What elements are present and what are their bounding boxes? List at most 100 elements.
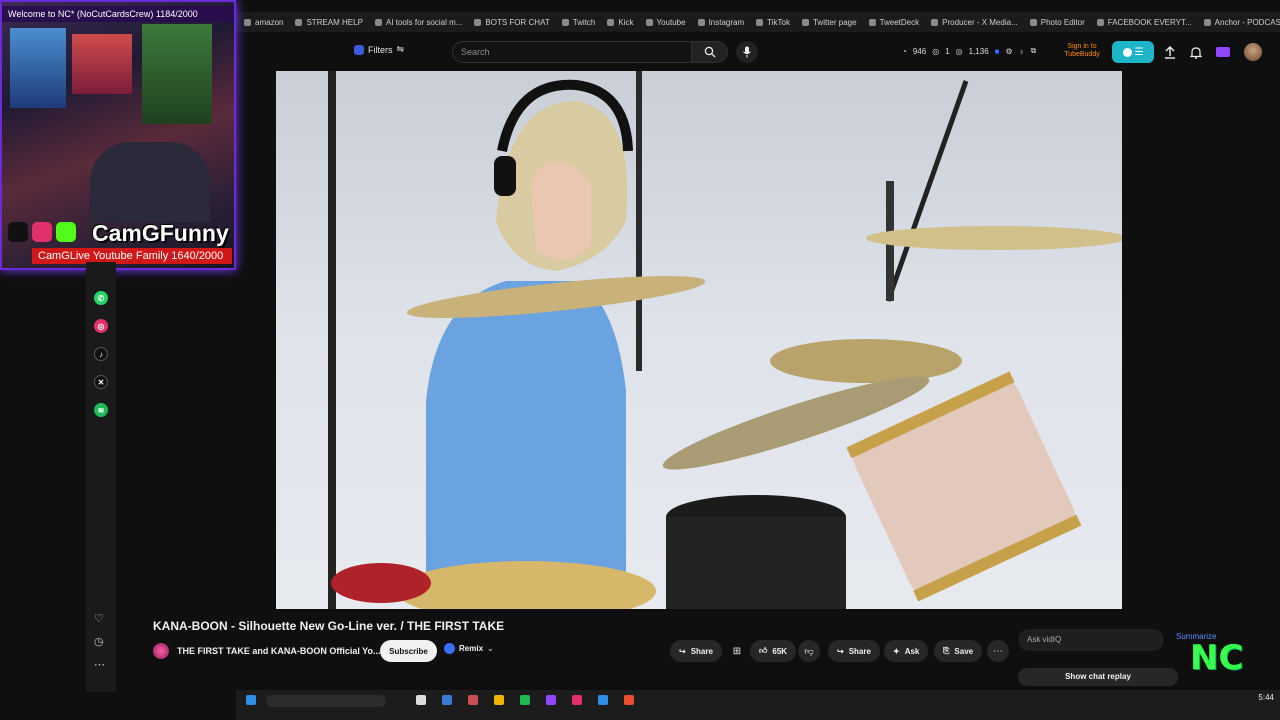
streamer-name: CamGFunny (92, 220, 229, 246)
subscribe-button[interactable]: Subscribe (380, 640, 437, 662)
vidiq-ask-input[interactable]: Ask vidIQ (1018, 629, 1164, 651)
grid-button[interactable]: ⊞ (726, 640, 748, 662)
voice-search-button[interactable] (736, 41, 758, 63)
copy-icon[interactable]: ⧉ (1031, 46, 1037, 56)
bulb-icon[interactable]: ♁ (1019, 47, 1025, 56)
show-chat-replay-button[interactable]: Show chat replay (1018, 668, 1178, 686)
follower-toast: Welcome to NC* (NoCutCardsCrew) 1184/200… (2, 6, 234, 22)
share-icon: ↪ (837, 646, 844, 656)
bookmark-item[interactable]: Producer - X Media... (931, 18, 1018, 27)
app-icon[interactable] (520, 695, 530, 705)
share-label: Share (690, 646, 713, 656)
hamburger-icon: ☰ (1134, 46, 1144, 58)
dislike-button[interactable]: 👎︎ (798, 640, 820, 662)
video-player[interactable] (276, 71, 1122, 609)
app-icon[interactable] (624, 695, 634, 705)
tubebuddy-signin-link[interactable]: Sign in to TubeBuddy (1062, 43, 1102, 59)
windows-taskbar: 5:44 (236, 690, 1280, 720)
bookmark-item[interactable]: FACEBOOK EVERYT... (1096, 18, 1192, 27)
ask-button[interactable]: ✦ Ask (884, 640, 929, 662)
taskbar-clock[interactable]: 5:44 (1258, 693, 1274, 702)
channel-name[interactable]: THE FIRST TAKE and KANA-BOON Official Yo… (177, 646, 381, 656)
kick-icon (56, 222, 76, 242)
like-button[interactable]: 👍︎ 65K (750, 640, 797, 662)
app-icon[interactable] (572, 695, 582, 705)
x-icon[interactable]: ✕ (94, 375, 108, 389)
spotify-icon[interactable]: ≋ (94, 403, 108, 417)
bookmark-item[interactable]: Twitter page (801, 18, 857, 27)
bookmark-icon (244, 18, 251, 26)
remix-button[interactable]: Remix ⌄ (444, 643, 494, 654)
bookmark-icon (607, 18, 615, 26)
bookmark-item[interactable]: Instagram (697, 18, 744, 27)
bookmark-label: Kick (618, 17, 634, 27)
share-button[interactable]: ↪ Share (670, 640, 722, 662)
more-icon[interactable]: ⋯ (94, 658, 105, 671)
dislike-icon: 👎︎ (804, 645, 814, 656)
twitch-icon[interactable] (1216, 47, 1230, 57)
bookmark-item[interactable]: Kick (607, 17, 634, 27)
bookmark-icon (868, 18, 876, 26)
views-icon: ◔ (902, 46, 907, 56)
upload-icon[interactable] (1164, 45, 1176, 59)
tubebuddy-menu-button[interactable]: ☰ (1112, 41, 1154, 63)
bookmark-label: Youtube (656, 17, 686, 27)
app-icon[interactable] (468, 695, 478, 705)
poster-image (72, 34, 132, 94)
app-icon[interactable] (416, 695, 426, 705)
bookmark-item[interactable]: Photo Editor (1029, 18, 1085, 27)
bookmark-item[interactable]: AI tools for social m... (374, 17, 463, 27)
nc-logo: NC (1190, 638, 1244, 678)
instagram-icon[interactable]: ◎ (94, 319, 108, 333)
bookmark-icon (931, 18, 939, 26)
search-button[interactable] (692, 41, 728, 63)
chevron-down-icon: ⌄ (487, 644, 494, 653)
poster-image (142, 24, 212, 124)
app-icon[interactable] (546, 695, 556, 705)
bookmarks-bar: amazon STREAM HELP AI tools for social m..… (236, 12, 1280, 32)
app-icon[interactable] (442, 695, 452, 705)
search-input[interactable]: Search (452, 41, 692, 63)
bookmark-item[interactable]: TikTok (756, 18, 790, 27)
bookmark-item[interactable]: Youtube (645, 17, 686, 27)
bookmark-icon: ⎘ (943, 646, 950, 655)
bookmark-label: AI tools for social m... (385, 17, 463, 27)
stat-three: 1,136 (968, 46, 989, 56)
vidiq-icon (444, 643, 455, 654)
filters-button[interactable]: Filters ⇋ (354, 44, 404, 55)
windows-icon[interactable] (246, 695, 256, 705)
bookmark-item[interactable]: STREAM HELP (295, 18, 363, 27)
heart-icon[interactable]: ♡ (94, 612, 105, 625)
tiktok-icon (8, 222, 28, 242)
channel-avatar[interactable] (153, 643, 169, 659)
bookmark-icon (1203, 18, 1211, 26)
save-label: Save (954, 646, 974, 656)
app-icon[interactable] (494, 695, 504, 705)
bookmark-label: amazon (255, 17, 284, 27)
bookmark-item[interactable]: TweetDeck (868, 18, 919, 27)
vidiq-icon[interactable]: ■ (995, 47, 1000, 56)
more-actions-button[interactable]: ⋯ (987, 640, 1009, 662)
avatar[interactable] (1244, 43, 1262, 61)
bell-icon[interactable] (1190, 46, 1202, 59)
search-icon[interactable] (266, 695, 386, 707)
save-button[interactable]: ⎘ Save (934, 640, 983, 662)
tiktok-icon[interactable]: ♪ (94, 347, 108, 361)
mic-icon (743, 46, 751, 58)
bookmark-item[interactable]: BOTS FOR CHAT (474, 18, 550, 27)
share-button-2[interactable]: ↪ Share (828, 640, 880, 662)
bookmark-label: TikTok (767, 17, 790, 27)
grid-icon: ⊞ (732, 645, 742, 657)
video-frame (328, 71, 1122, 609)
whatsapp-icon[interactable]: ✆ (94, 291, 108, 305)
share-icon: ↪ (679, 646, 686, 656)
bookmark-icon (801, 18, 809, 26)
bookmark-item[interactable]: amazon (244, 18, 283, 27)
ext-icon[interactable]: ⚙ (1006, 47, 1013, 56)
app-icon[interactable] (598, 695, 608, 705)
eye-icon: ◎ (932, 46, 940, 56)
clock-icon[interactable]: ◷ (94, 635, 105, 648)
bookmark-item[interactable]: Anchor - PODCAST (1203, 18, 1280, 27)
bookmark-item[interactable]: Twitch (561, 18, 595, 27)
subs-icon: ◎ (955, 46, 963, 56)
